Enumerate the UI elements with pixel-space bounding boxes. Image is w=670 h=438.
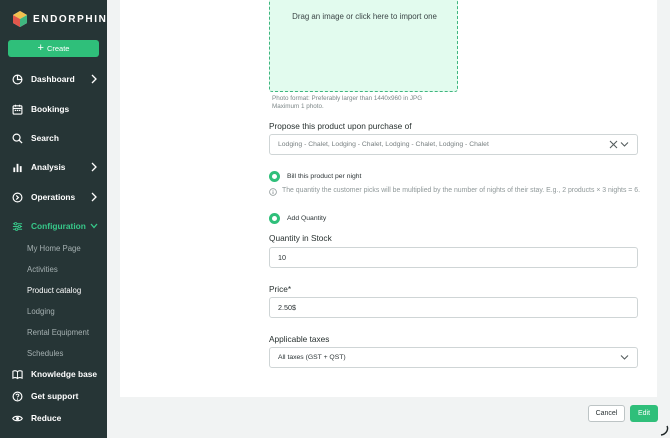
sidebar-footer: Knowledge base Get support Reduce [0,363,107,438]
brand[interactable]: ENDORPHINE [12,11,107,27]
search-icon [12,133,23,144]
edit-button[interactable]: Edit [630,405,658,422]
nav-reduce-label: Reduce [31,413,62,423]
chevron-right-icon [91,192,97,202]
sidebar: ENDORPHINE + Create Dashboard Bookings S… [0,0,107,438]
nav-search-label: Search [31,133,59,143]
chevron-right-icon [91,162,97,172]
sub-item-activities[interactable]: Activities [27,265,58,274]
bill-per-night-label: Bill this product per night [287,173,362,180]
stock-input[interactable]: 10 [269,247,638,268]
nav-get-support-label: Get support [31,391,79,401]
sub-item-product-catalog[interactable]: Product catalog [27,286,81,295]
pie-chart-icon [12,74,23,84]
nav-configuration-label: Configuration [31,221,86,231]
taxes-value: All taxes (GST + QST) [278,354,346,361]
nav-dashboard[interactable]: Dashboard [0,68,107,90]
sliders-icon [12,221,23,231]
price-label: Price* [269,284,292,294]
taxes-select[interactable]: All taxes (GST + QST) [269,347,638,368]
add-quantity-label: Add Quantity [287,215,327,222]
propose-value: Lodging - Chalet, Lodging - Chalet, Lodg… [278,141,489,148]
image-dropzone[interactable]: Drag an image or click here to import on… [269,0,458,92]
chevron-down-icon [90,223,98,229]
radio-checked-icon[interactable] [269,171,280,182]
endorphine-logo [13,11,27,27]
loading-icon [660,425,669,436]
stock-label: Quantity in Stock [269,233,332,243]
propose-label: Propose this product upon purchase of [269,121,412,131]
photo-format-note: Photo format: Preferably larger than 144… [272,95,422,111]
operations-icon [12,192,23,202]
nav-operations-label: Operations [31,192,76,202]
create-button[interactable]: + Create [8,40,99,57]
sub-item-rental-equipment[interactable]: Rental Equipment [27,328,89,337]
eye-icon [12,415,23,421]
nav-knowledge-base[interactable]: Knowledge base [0,363,107,385]
create-button-label: Create [46,44,70,53]
per-night-info-text: The quantity the customer picks will be … [282,187,640,194]
photo-format-line: Photo format: Preferably larger than 144… [272,95,423,102]
photo-max-line: Maximum 1 photo. [272,103,324,110]
nav-knowledge-base-label: Knowledge base [31,369,98,379]
cancel-button[interactable]: Cancel [588,405,625,422]
nav-operations[interactable]: Operations [0,186,107,208]
chevron-down-icon[interactable] [620,354,629,361]
taxes-label: Applicable taxes [269,334,330,344]
nav-reduce[interactable]: Reduce [0,407,107,429]
bar-chart-icon [13,163,22,172]
nav-analysis[interactable]: Analysis [0,156,107,178]
help-icon [12,391,23,401]
brand-name: ENDORPHINE [33,13,107,25]
info-icon [269,188,277,196]
chevron-down-icon[interactable] [620,141,629,148]
nav-analysis-label: Analysis [31,162,66,172]
bill-per-night-toggle[interactable]: Bill this product per night [269,171,361,182]
nav-configuration[interactable]: Configuration [0,215,107,237]
calendar-icon [12,104,23,115]
book-icon [12,369,23,379]
nav-dashboard-label: Dashboard [31,74,75,84]
propose-multiselect[interactable]: Lodging - Chalet, Lodging - Chalet, Lodg… [269,134,638,155]
sub-item-my-home-page[interactable]: My Home Page [27,244,81,253]
sub-item-schedules[interactable]: Schedules [27,349,63,358]
clear-icon[interactable] [609,140,618,149]
dropzone-text: Drag an image or click here to import on… [292,12,437,21]
nav-get-support[interactable]: Get support [0,385,107,407]
chevron-right-icon [91,74,97,84]
nav-bookings-label: Bookings [31,104,70,114]
add-quantity-toggle[interactable]: Add Quantity [269,213,326,224]
price-input[interactable]: 2.50$ [269,297,638,318]
nav-bookings[interactable]: Bookings [0,98,107,120]
plus-icon: + [37,42,44,54]
price-value: 2.50$ [278,303,296,312]
per-night-info: The quantity the customer picks will be … [269,186,641,196]
sub-item-lodging[interactable]: Lodging [27,307,55,316]
stock-value: 10 [278,253,286,262]
nav-search[interactable]: Search [0,127,107,149]
radio-checked-icon[interactable] [269,213,280,224]
